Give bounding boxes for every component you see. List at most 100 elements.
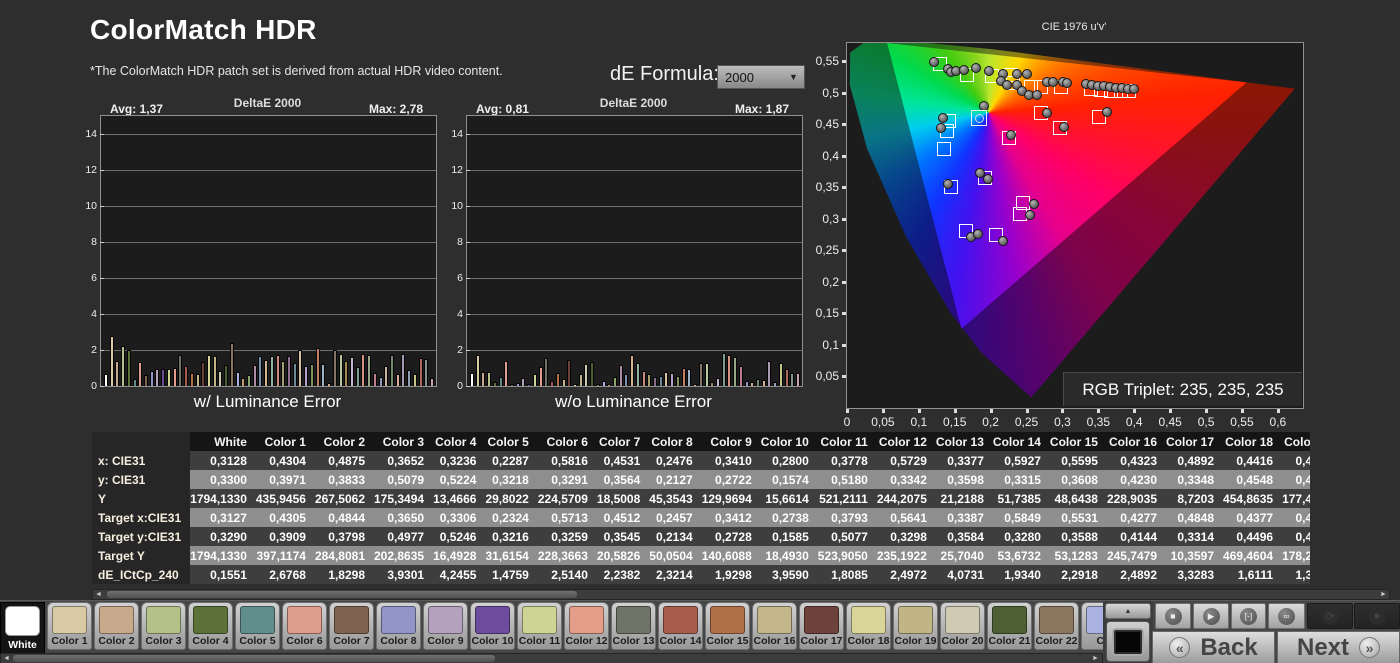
patch-tab-color-8[interactable]: Color 8 xyxy=(376,602,421,650)
table-cell: 0,4844 xyxy=(315,508,374,527)
patch-window-button[interactable] xyxy=(1106,621,1150,662)
deltae-bar xyxy=(230,343,234,386)
measured-point-marker xyxy=(998,236,1008,246)
y-axis-tick-label: 0,3 xyxy=(811,212,839,226)
patch-tab-color-19[interactable]: Color 19 xyxy=(893,602,938,650)
patch-tab-color-9[interactable]: Color 9 xyxy=(423,602,468,650)
table-cell: 0,2738 xyxy=(761,508,818,527)
measured-point-marker xyxy=(1025,210,1035,220)
patch-tab-color-21[interactable]: Color 21 xyxy=(987,602,1032,650)
table-cell: 0,3798 xyxy=(315,527,374,546)
patch-tab-color-5[interactable]: Color 5 xyxy=(235,602,280,650)
patch-scrollbar[interactable]: ◄ ► xyxy=(0,653,1103,663)
deltae-bar xyxy=(481,372,485,386)
patch-swatch xyxy=(804,606,839,634)
patch-tab-color-18[interactable]: Color 18 xyxy=(846,602,891,650)
scroll-right-icon[interactable]: ► xyxy=(1378,590,1389,599)
table-column-header: White xyxy=(190,432,256,451)
measured-point-marker xyxy=(971,63,981,73)
patch-tab-label: Color 1 xyxy=(48,635,91,647)
table-column-header: Color 18 xyxy=(1223,432,1282,451)
patch-tab-color-11[interactable]: Color 11 xyxy=(517,602,562,650)
patch-tab-color-6[interactable]: Color 6 xyxy=(282,602,327,650)
scroll-right-icon[interactable]: ► xyxy=(1090,654,1101,663)
x-axis-tick-label: 0,3 xyxy=(1042,415,1082,429)
patch-tab-color-12[interactable]: Color 12 xyxy=(564,602,609,650)
patch-swatch xyxy=(851,606,886,634)
deltae-bar xyxy=(430,378,434,386)
deltae-bar xyxy=(487,372,491,386)
patch-swatch xyxy=(240,606,275,634)
table-column-header: Color 4 xyxy=(433,432,485,451)
patch-scrollbar-thumb[interactable] xyxy=(13,655,495,662)
table-cell: 0,3348 xyxy=(1166,470,1223,489)
deltae-bar xyxy=(653,377,657,386)
deltae-bar xyxy=(705,363,709,386)
patch-tab-color-22[interactable]: Color 22 xyxy=(1034,602,1079,650)
patch-tab-color-15[interactable]: Color 15 xyxy=(705,602,750,650)
patch-tab-color-16[interactable]: Color 16 xyxy=(752,602,797,650)
back-button[interactable]: « Back xyxy=(1152,631,1275,663)
table-cell: 0,5180 xyxy=(818,470,877,489)
patch-tab-color-14[interactable]: Color 14 xyxy=(658,602,703,650)
measured-point-marker xyxy=(1062,78,1072,88)
loop-button[interactable]: ∞ xyxy=(1268,603,1305,629)
patch-tab-label: Color 7 xyxy=(330,635,373,647)
play-button[interactable]: ▶ xyxy=(1193,603,1229,629)
table-scrollbar-thumb[interactable] xyxy=(107,591,577,598)
table-cell: 0,4512 xyxy=(597,508,649,527)
table-row: Target Y1794,1330397,1174284,8081202,863… xyxy=(92,546,1310,565)
patch-tab-color-10[interactable]: Color 10 xyxy=(470,602,515,650)
x-axis-tick xyxy=(1097,409,1100,413)
patch-swatch xyxy=(992,606,1027,634)
deltae-bar xyxy=(104,374,108,386)
expand-panel-button[interactable]: ▲ xyxy=(1105,603,1151,619)
deltae-bar xyxy=(155,369,159,386)
patch-tab-color-7[interactable]: Color 7 xyxy=(329,602,374,650)
table-cell: 0,2722 xyxy=(702,470,761,489)
scroll-left-icon[interactable]: ◄ xyxy=(1,654,12,663)
table-cell: 0,2728 xyxy=(702,527,761,546)
table-row: dE_ICtCp_2400,15512,67681,82983,93014,24… xyxy=(92,565,1310,584)
measured-point-marker xyxy=(1012,69,1022,79)
patch-tab-color-2[interactable]: Color 2 xyxy=(94,602,139,650)
deltae-bar xyxy=(750,382,754,387)
next-button[interactable]: Next » xyxy=(1277,631,1400,663)
y-axis-tick xyxy=(842,92,846,95)
step-button[interactable]: [-] xyxy=(1231,603,1266,629)
patch-tab-label: Color 2 xyxy=(95,635,138,647)
scroll-left-icon[interactable]: ◄ xyxy=(93,590,104,599)
patch-tab-color-1[interactable]: Color 1 xyxy=(47,602,92,650)
patch-tab-white[interactable]: White xyxy=(0,602,45,656)
table-cell: 0,2127 xyxy=(649,470,701,489)
patch-tab-color-4[interactable]: Color 4 xyxy=(188,602,233,650)
patch-tab-color-3[interactable]: Color 3 xyxy=(141,602,186,650)
table-column-header: Color 9 xyxy=(702,432,761,451)
patch-swatch xyxy=(428,606,463,634)
patch-swatch xyxy=(663,606,698,634)
table-scrollbar[interactable]: ◄ ► xyxy=(92,589,1390,600)
de-formula-dropdown[interactable]: 2000 ▼ xyxy=(717,65,805,89)
deltae-bar xyxy=(556,373,560,387)
table-row: Target y:CIE310,32900,39090,37980,49770,… xyxy=(92,527,1310,546)
table-cell: 397,1174 xyxy=(256,546,315,565)
table-cell: 245,7479 xyxy=(1107,546,1166,565)
x-axis-tick xyxy=(1026,409,1029,413)
y-axis-tick-label: 0 xyxy=(447,380,463,392)
deltae-bar xyxy=(350,357,354,386)
patch-tab-color-20[interactable]: Color 20 xyxy=(940,602,985,650)
deltae-bar xyxy=(602,381,606,386)
patch-selector-bar: WhiteColor 1 Color 2Color 3Color 4Color 5… xyxy=(0,600,1400,663)
patch-tab-color-13[interactable]: Color 13 xyxy=(611,602,656,650)
patch-tab-color-17[interactable]: Color 17 xyxy=(799,602,844,650)
colormatch-hdr-window: ColorMatch HDR *The ColorMatch HDR patch… xyxy=(0,0,1400,663)
deltae-bar xyxy=(573,384,577,386)
stop-button[interactable]: ■ xyxy=(1155,603,1191,629)
table-cell: 21,2188 xyxy=(936,489,993,508)
table-cell: 228,9035 xyxy=(1107,489,1166,508)
gridline xyxy=(101,350,436,351)
table-cell: 0,3306 xyxy=(433,508,485,527)
x-axis-tick xyxy=(954,409,957,413)
table-cell: 0,3598 xyxy=(936,470,993,489)
table-cell: 29,8022 xyxy=(485,489,537,508)
